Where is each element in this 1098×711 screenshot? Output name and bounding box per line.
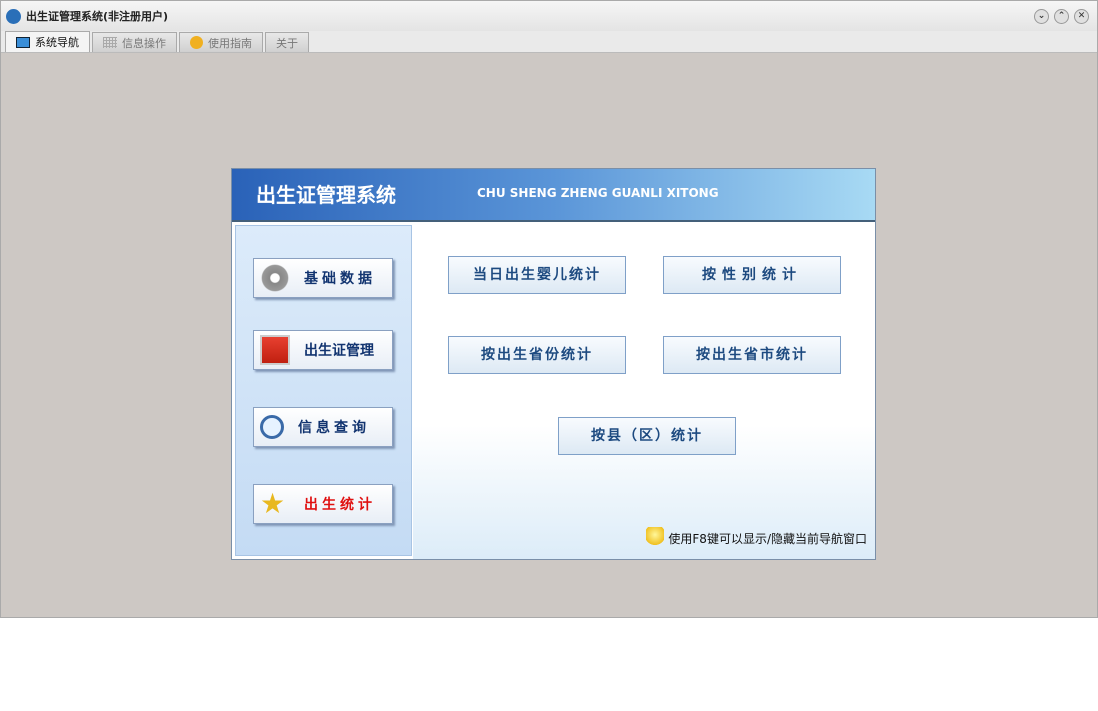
nav-sidebar: 基础数据 出生证管理 信息查询 ★ 出生统计 <box>235 225 412 556</box>
title-bar: 出生证管理系统(非注册用户) ⌄ ⌃ ✕ <box>1 1 1097 31</box>
gear-icon <box>260 263 290 293</box>
gender-stats-button[interactable]: 按性别统计 <box>663 256 841 294</box>
lightbulb-icon <box>646 527 665 549</box>
f8-tip: 使用F8键可以显示/隐藏当前导航窗口 <box>646 527 867 549</box>
tab-label: 关于 <box>276 36 298 50</box>
tab-about[interactable]: 关于 <box>265 32 309 52</box>
maximize-button[interactable]: ⌃ <box>1054 9 1069 24</box>
nav-label: 出生统计 <box>304 497 376 513</box>
window-title: 出生证管理系统(非注册用户) <box>26 10 169 23</box>
nav-basic-data-button[interactable]: 基础数据 <box>253 258 393 298</box>
alert-monitor-icon <box>260 335 290 365</box>
banner-subtitle: CHU SHENG ZHENG GUANLI XITONG <box>477 186 719 200</box>
nav-label: 基础数据 <box>304 271 376 287</box>
help-icon <box>190 36 203 49</box>
stats-area: 当日出生婴儿统计 按性别统计 按出生省份统计 按出生省市统计 按县（区）统计 使… <box>413 225 875 559</box>
nav-birth-stats-button[interactable]: ★ 出生统计 <box>253 484 393 524</box>
nav-label: 出生证管理 <box>304 343 374 359</box>
navigation-panel: 出生证管理系统 CHU SHENG ZHENG GUANLI XITONG 基础… <box>231 168 876 560</box>
banner-title: 出生证管理系统 <box>256 183 396 207</box>
nav-info-query-button[interactable]: 信息查询 <box>253 407 393 447</box>
tip-text: 使用F8键可以显示/隐藏当前导航窗口 <box>668 531 867 546</box>
city-stats-button[interactable]: 按出生省市统计 <box>663 336 841 374</box>
tab-label: 系统导航 <box>35 36 79 49</box>
tab-user-guide[interactable]: 使用指南 <box>179 32 263 52</box>
daily-births-stats-button[interactable]: 当日出生婴儿统计 <box>448 256 626 294</box>
county-stats-button[interactable]: 按县（区）统计 <box>558 417 736 455</box>
tab-system-nav[interactable]: 系统导航 <box>5 31 90 52</box>
tab-label: 使用指南 <box>208 36 252 50</box>
app-logo-icon <box>6 8 21 24</box>
close-button[interactable]: ✕ <box>1074 9 1089 24</box>
tab-bar: 系统导航 信息操作 使用指南 关于 <box>1 31 1097 53</box>
tab-label: 信息操作 <box>122 36 166 50</box>
magnifier-icon <box>260 415 284 439</box>
nav-label: 信息查询 <box>298 420 370 436</box>
grid-icon <box>103 37 117 48</box>
banner: 出生证管理系统 CHU SHENG ZHENG GUANLI XITONG <box>232 169 875 222</box>
monitor-icon <box>16 36 30 48</box>
nav-certificate-mgmt-button[interactable]: 出生证管理 <box>253 330 393 370</box>
minimize-button[interactable]: ⌄ <box>1034 9 1049 24</box>
star-icon: ★ <box>260 487 286 520</box>
province-stats-button[interactable]: 按出生省份统计 <box>448 336 626 374</box>
tab-info-ops[interactable]: 信息操作 <box>92 32 177 52</box>
